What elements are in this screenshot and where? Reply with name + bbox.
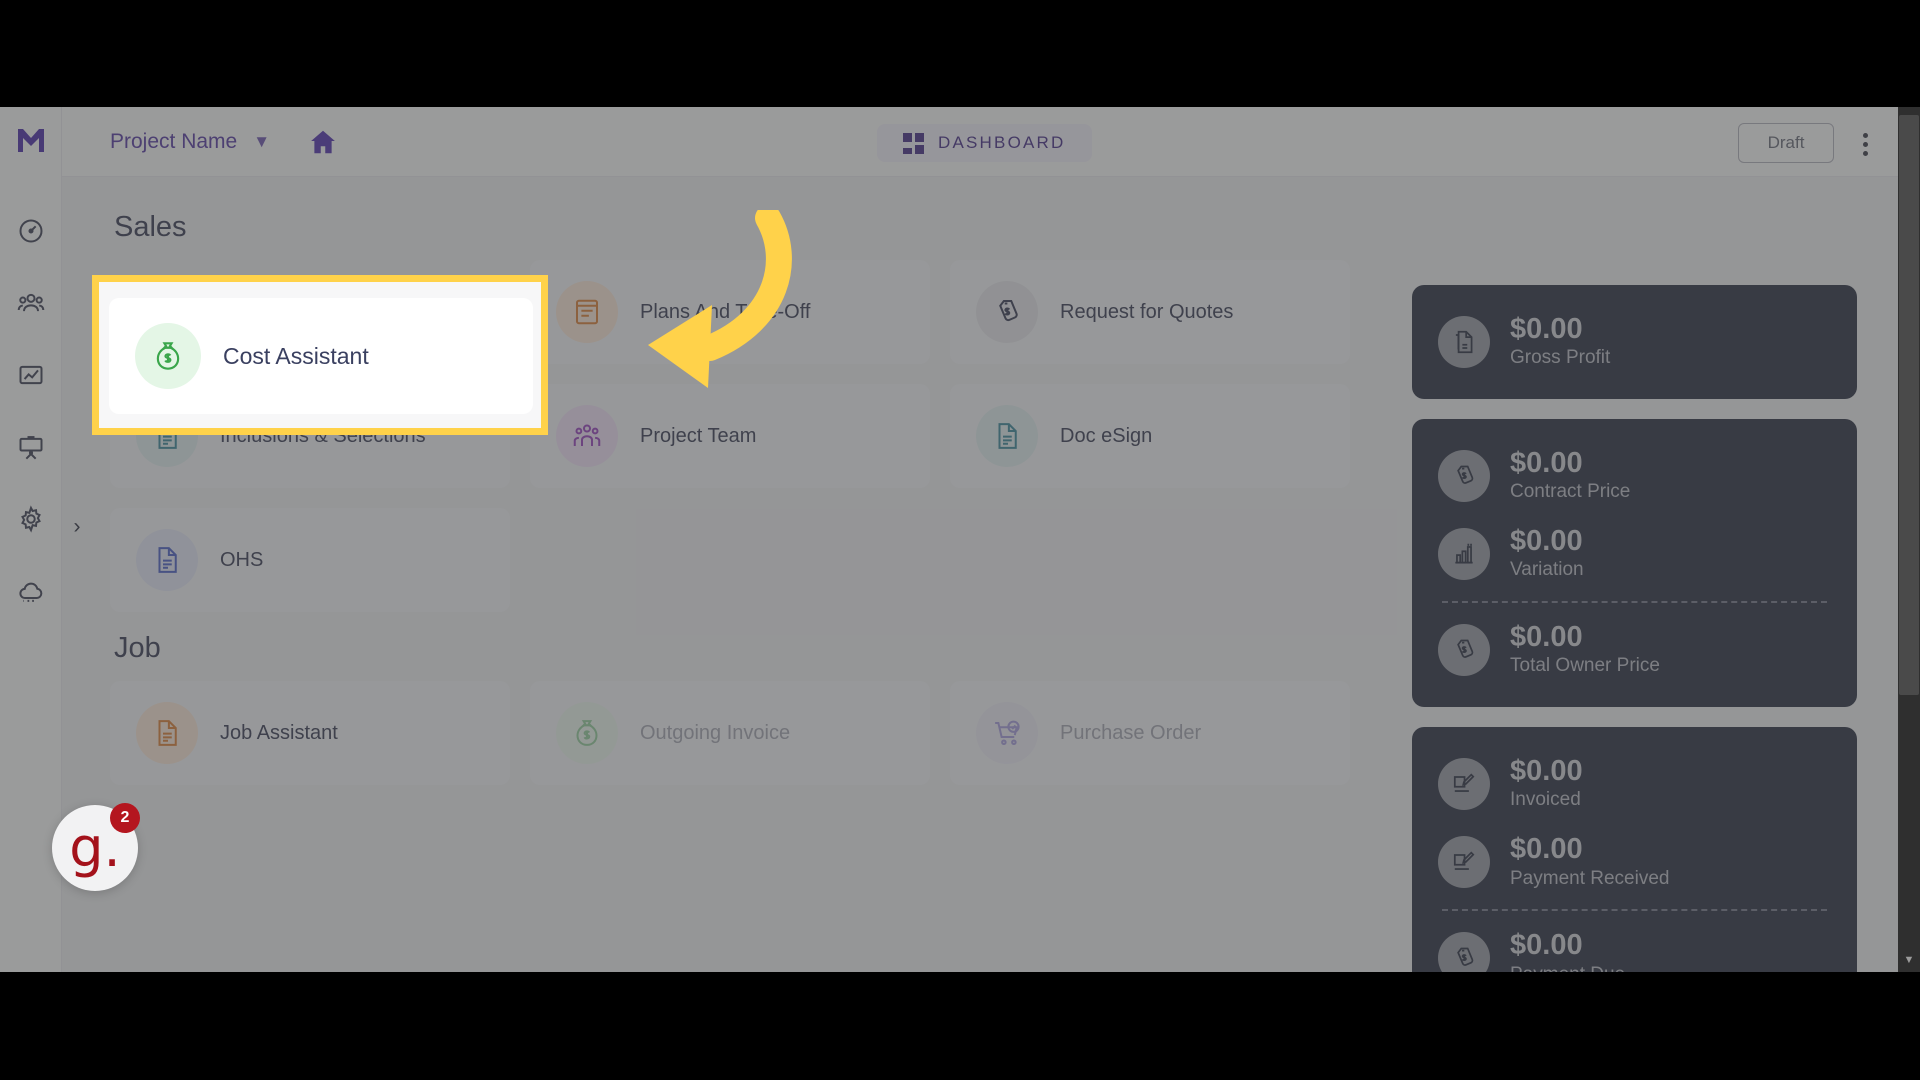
price-tag-icon [976,281,1038,343]
stat-value: $0.00 [1510,755,1583,788]
stat-gross-profit: $0.00 Gross Profit [1412,303,1857,381]
document-icon [976,405,1038,467]
app-window: › Project Name ▼ DASHBOARD Draft Sales Co… [0,107,1920,972]
card-label: Plans And Take-Off [640,301,811,323]
plans-icon [556,281,618,343]
stat-divider [1442,909,1827,912]
card-outgoing-invoice: Outgoing Invoice [530,681,930,785]
document-dollar-icon [1438,316,1490,369]
stat-value: $0.00 [1510,447,1583,480]
card-label: Project Team [640,425,757,447]
price-tag-icon [1438,624,1490,677]
sign-document-icon [1438,758,1490,811]
stat-label: Contract Price [1510,481,1631,503]
stat-total-owner-price: $0.00 Total Owner Price [1412,611,1857,689]
sidebar-item-analytics[interactable] [15,359,47,391]
card-cost-assistant[interactable]: Cost Assistant [109,298,533,414]
price-tag-icon [1438,450,1490,503]
stat-value: $0.00 [1510,621,1583,654]
kebab-menu-icon[interactable] [1852,129,1878,159]
price-tag-icon [1438,932,1490,972]
tab-dashboard-label: DASHBOARD [938,133,1066,152]
notification-badge: 2 [110,803,140,833]
card-label: Doc eSign [1060,425,1153,447]
grid-icon [903,132,924,154]
stat-value: $0.00 [1510,525,1583,558]
card-label: Cost Assistant [223,342,369,369]
card-label: Request for Quotes [1060,301,1234,323]
section-title: Job [114,632,161,664]
stats-panel: $0.00Invoiced$0.00Payment Received$0.00P… [1412,727,1857,972]
card-grid: Job Assistant Outgoing Invoice Purchase Or… [110,681,1412,785]
stat-payment-due: $0.00Payment Due [1412,919,1857,972]
stat-label: Payment Due [1510,963,1625,972]
stat-label: Payment Received [1510,867,1670,889]
card-doc-esign[interactable]: Doc eSign [950,384,1350,488]
card-label: Job Assistant [220,722,338,744]
stat-label: Total Owner Price [1510,655,1660,677]
shopping-cart-icon [976,702,1038,764]
card-purchase-order: Purchase Order [950,681,1350,785]
stats-column: $0.00 Gross Profit $0.00 Contract Price $0.0… [1412,285,1857,972]
sidebar-item-dashboard[interactable] [15,215,47,247]
scroll-down-arrow[interactable]: ▼ [1898,954,1920,966]
card-label: OHS [220,549,264,571]
stat-payment-received: $0.00 Payment Received [1412,823,1857,901]
sign-document-icon [1438,836,1490,889]
status-badge-draft[interactable]: Draft [1738,123,1834,163]
card-ohs[interactable]: OHS [110,508,510,612]
sidebar-item-people[interactable] [15,287,47,319]
card-project-team[interactable]: Project Team [530,384,930,488]
stat-value: $0.00 [1510,313,1583,345]
card-grid: OHS [110,508,1412,612]
card-label: Purchase Order [1060,722,1202,744]
highlight-box-cost-assistant: Cost Assistant [92,275,548,435]
app-logo[interactable] [14,125,48,159]
stat-invoiced: $0.00 Invoiced [1412,745,1857,823]
stat-value: $0.00 [1510,929,1583,962]
money-bag-icon [135,323,201,389]
top-header: Project Name ▼ DASHBOARD Draft [62,107,1920,177]
card-job-assistant[interactable]: Job Assistant [110,681,510,785]
bar-chart-icon [1438,528,1490,581]
chevron-down-icon: ▼ [253,131,271,151]
home-icon[interactable] [308,127,338,157]
sidebar-item-cloud[interactable] [15,575,47,607]
project-name-label: Project Name [110,129,238,153]
document-icon [136,529,198,591]
document-icon [136,702,198,764]
support-widget-logo: g. [69,815,121,879]
tab-dashboard[interactable]: DASHBOARD [877,124,1092,162]
screen: › Project Name ▼ DASHBOARD Draft Sales Co… [0,0,1920,1080]
section-title: Sales [114,211,187,243]
money-bag-icon [556,702,618,764]
stat-value: $0.00 [1510,833,1583,866]
support-widget[interactable]: g. 2 [52,803,140,891]
stat-label: Variation [1510,559,1584,581]
stat-label: Invoiced [1510,789,1581,811]
page-scrollbar[interactable]: ▼ [1898,107,1920,972]
people-icon [556,405,618,467]
project-selector[interactable]: Project Name ▼ [110,130,270,154]
stats-panel: $0.00 Gross Profit [1412,285,1857,400]
card-plans-and-take-off[interactable]: Plans And Take-Off [530,260,930,364]
sidebar-item-presentation[interactable] [15,431,47,463]
card-request-for-quotes[interactable]: Request for Quotes [950,260,1350,364]
stat-contract-price: $0.00 Contract Price [1412,437,1857,515]
card-label: Outgoing Invoice [640,722,791,744]
stat-variation: $0.00 Variation [1412,515,1857,593]
sidebar-item-settings[interactable] [15,503,47,535]
scrollbar-thumb[interactable] [1899,115,1919,695]
stats-panel: $0.00 Contract Price $0.00 Variation $0.00 To… [1412,419,1857,708]
sidebar-expand-chevron[interactable]: › [64,512,90,542]
stat-label: Gross Profit [1510,347,1611,369]
stat-divider [1442,601,1827,604]
